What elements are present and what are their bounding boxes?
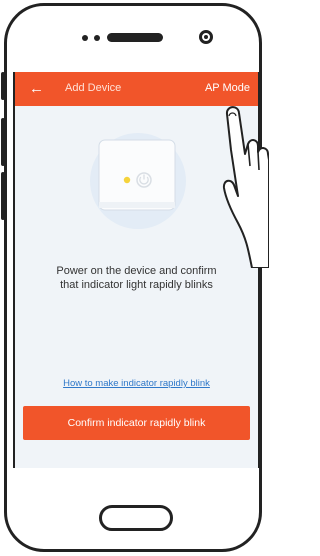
volume-up-button-hw xyxy=(1,72,5,100)
power-button-hw xyxy=(1,172,5,220)
page-title: Add Device xyxy=(65,82,122,94)
sensor-dot xyxy=(94,35,100,41)
howto-link[interactable]: How to make indicator rapidly blink xyxy=(15,378,258,389)
instruction-line-2: that indicator light rapidly blinks xyxy=(60,279,213,291)
confirm-indicator-button[interactable]: Confirm indicator rapidly blink xyxy=(23,406,250,440)
instruction-text: Power on the device and confirm that ind… xyxy=(15,264,258,292)
device-illustration xyxy=(90,133,186,229)
home-button-hw xyxy=(99,505,173,531)
sensor-dot xyxy=(82,35,88,41)
earpiece-speaker xyxy=(107,33,163,42)
pointing-hand-icon xyxy=(222,106,269,268)
front-camera xyxy=(199,30,213,44)
phone-mockup: ← Add Device AP Mode Power on the device… xyxy=(0,0,269,556)
indicator-light-icon xyxy=(123,176,131,184)
back-arrow-icon[interactable]: ← xyxy=(29,79,44,99)
volume-down-button-hw xyxy=(1,118,5,166)
